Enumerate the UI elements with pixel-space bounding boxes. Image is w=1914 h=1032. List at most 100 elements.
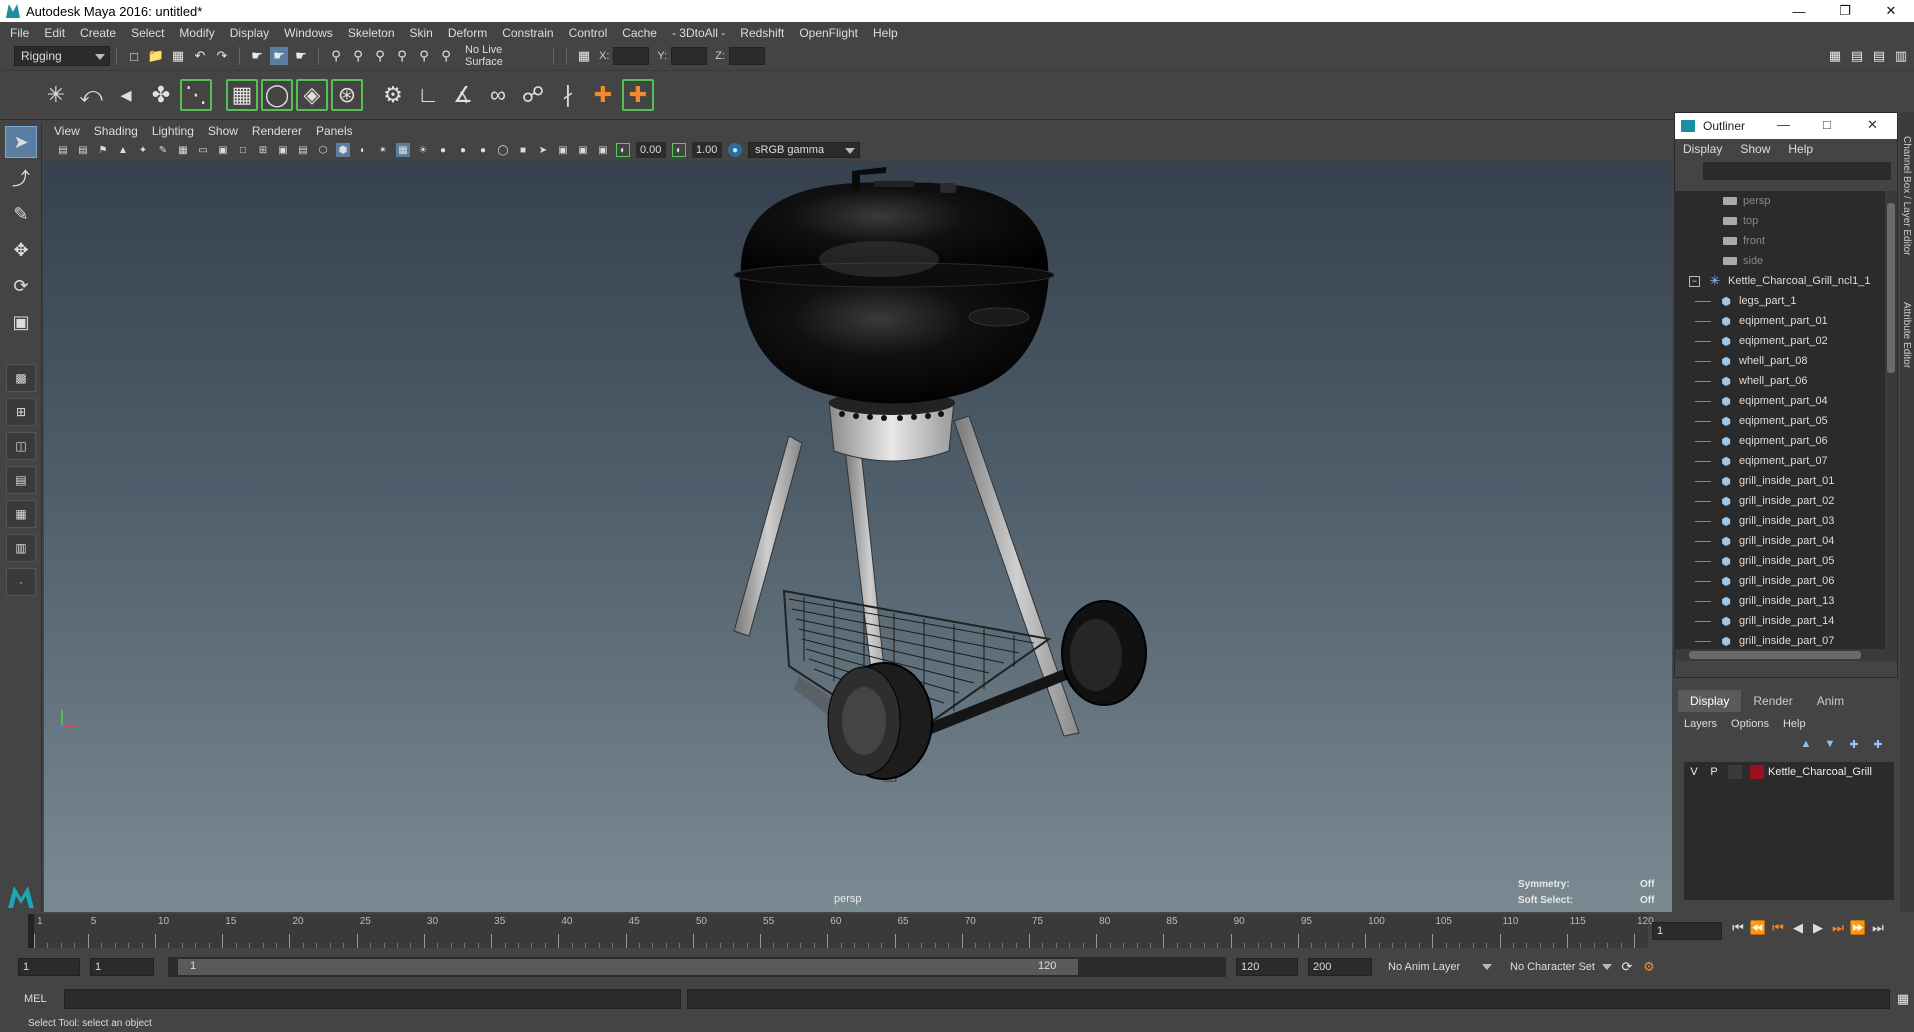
menu-help[interactable]: Help [873, 26, 898, 40]
animation-start-field[interactable]: 1 [18, 958, 80, 976]
smooth-shade-icon[interactable]: ⬢ [336, 143, 350, 157]
command-language-label[interactable]: MEL [24, 993, 64, 1005]
layer-tab-anim[interactable]: Anim [1805, 690, 1856, 712]
y-input[interactable] [671, 47, 708, 65]
orient-constraint-icon[interactable]: ∡ [447, 79, 479, 111]
undo-icon[interactable]: ↶ [191, 47, 209, 65]
select-object-icon[interactable]: ☛ [270, 47, 288, 65]
viewport-menu-view[interactable]: View [54, 124, 80, 138]
cluster-icon[interactable]: ◯ [261, 79, 293, 111]
redo-icon[interactable]: ↷ [213, 47, 231, 65]
select-hierarchy-icon[interactable]: ☛ [248, 47, 266, 65]
open-scene-icon[interactable]: 📁 [147, 47, 165, 65]
outliner-item-child[interactable]: ⬢ eqipment_part_04 [1675, 391, 1885, 411]
snap-view-icon[interactable]: ⚲ [393, 47, 411, 65]
menu-cache[interactable]: Cache [622, 26, 657, 40]
layer-name[interactable]: Kettle_Charcoal_Grill [1768, 766, 1872, 778]
textured-icon[interactable]: ▦ [396, 143, 410, 157]
outliner-minimize-button[interactable]: — [1777, 117, 1790, 132]
select-component-icon[interactable]: ☛ [292, 47, 310, 65]
current-frame-field[interactable]: 1 [1652, 922, 1722, 940]
new-layer-selected-icon[interactable]: ✚ [1870, 737, 1886, 751]
shadows-icon[interactable]: ● [436, 143, 450, 157]
outliner-item-top[interactable]: top [1675, 211, 1885, 231]
menu-windows[interactable]: Windows [284, 26, 333, 40]
channel-box-icon[interactable]: ▥ [1892, 47, 1910, 65]
layer-menu-options[interactable]: Options [1731, 718, 1769, 730]
menu-3dtoall[interactable]: - 3DtoAll - [672, 26, 725, 40]
layer-type-toggle[interactable] [1728, 765, 1742, 779]
play-backward-icon[interactable]: ◀ [1788, 920, 1808, 936]
outliner-item-front[interactable]: front [1675, 231, 1885, 251]
playback-end-field[interactable]: 120 [1236, 958, 1298, 976]
wireframe-on-shaded-icon[interactable]: ✴ [376, 143, 390, 157]
film-gate-icon[interactable]: ▭ [196, 143, 210, 157]
outliner-item-child[interactable]: ⬢ eqipment_part_05 [1675, 411, 1885, 431]
paint-select-icon[interactable]: ✎ [5, 198, 37, 230]
scale-tool-icon[interactable]: ▣ [5, 306, 37, 338]
safe-title-icon[interactable]: ▤ [296, 143, 310, 157]
hypershade-layout-icon[interactable]: ▥ [6, 534, 36, 562]
play-forward-icon[interactable]: ▶ [1808, 920, 1828, 936]
outliner-item-child[interactable]: ⬢ grill_inside_part_03 [1675, 511, 1885, 531]
ik-handle-icon[interactable]: ⤺ [75, 79, 107, 111]
scale-constraint-icon[interactable]: ∞ [482, 79, 514, 111]
restore-button[interactable]: ❐ [1822, 0, 1868, 22]
transform-input-icon[interactable]: ▦ [575, 47, 593, 65]
new-layer-icon[interactable]: ✚ [1846, 737, 1862, 751]
close-button[interactable]: ✕ [1868, 0, 1914, 22]
outliner-close-button[interactable]: ✕ [1867, 117, 1878, 133]
joint-tool-icon[interactable]: ✳ [40, 79, 72, 111]
parent-constraint-icon[interactable]: ☍ [517, 79, 549, 111]
menuset-dropdown[interactable]: Rigging [14, 46, 110, 66]
ik-spline-icon[interactable]: ◂ [110, 79, 142, 111]
side-tab-attribute-editor[interactable]: Attribute Editor [1901, 302, 1912, 368]
range-bar[interactable]: 1 120 [168, 957, 1226, 977]
screen-space-ao-icon[interactable]: ● [456, 143, 470, 157]
tool-settings-icon[interactable]: ▤ [1870, 47, 1888, 65]
menu-deform[interactable]: Deform [448, 26, 487, 40]
go-to-start-icon[interactable]: ⏮ [1728, 920, 1748, 936]
key-joint-icon[interactable]: ✚ [622, 79, 654, 111]
step-forward-key-icon[interactable]: ⏩ [1848, 920, 1868, 936]
snap-grid-icon[interactable]: ⚲ [327, 47, 345, 65]
outliner-item-child[interactable]: ⬢ grill_inside_part_05 [1675, 551, 1885, 571]
animation-preferences-icon[interactable]: ⚙ [1640, 958, 1658, 976]
make-live-icon[interactable]: ⚲ [437, 47, 455, 65]
menu-skin[interactable]: Skin [410, 26, 433, 40]
layer-row[interactable]: V P Kettle_Charcoal_Grill [1684, 762, 1894, 782]
character-set-dropdown[interactable]: No Character Set [1504, 957, 1616, 977]
menu-skeleton[interactable]: Skeleton [348, 26, 395, 40]
outliner-item-child[interactable]: ⬢ grill_inside_part_04 [1675, 531, 1885, 551]
outliner-horizontal-scrollbar[interactable] [1675, 649, 1897, 661]
side-tab-channel-box[interactable]: Channel Box / Layer Editor [1901, 136, 1912, 256]
wrap-icon[interactable]: ◈ [296, 79, 328, 111]
outliner-item-child[interactable]: ⬢ grill_inside_part_02 [1675, 491, 1885, 511]
outliner-item-child[interactable]: ⬢ grill_inside_part_01 [1675, 471, 1885, 491]
minimize-button[interactable]: — [1776, 0, 1822, 22]
rotate-tool-icon[interactable]: ⟳ [5, 270, 37, 302]
image-plane-icon[interactable]: ▲ [116, 143, 130, 157]
viewport-menu-lighting[interactable]: Lighting [152, 124, 194, 138]
exposure-field[interactable]: 0.00 [636, 142, 666, 158]
outliner-item-child[interactable]: ⬢ grill_inside_part_14 [1675, 611, 1885, 631]
four-pane-layout-icon[interactable]: ⊞ [6, 398, 36, 426]
outliner-item-side[interactable]: side [1675, 251, 1885, 271]
outliner-item-child[interactable]: ⬢ grill_inside_part_07 [1675, 631, 1885, 649]
time-slider-track[interactable]: 1 5 10 15 20 25 30 35 40 45 50 55 60 65 70 75 80 85 90 95 10… [28, 914, 1654, 948]
layer-visibility-toggle[interactable]: V [1684, 766, 1704, 778]
gate-mask-icon[interactable]: □ [236, 143, 250, 157]
use-all-lights-icon[interactable]: ☀ [416, 143, 430, 157]
motion-blur-icon[interactable]: ● [476, 143, 490, 157]
outliner-vertical-scrollbar[interactable] [1885, 191, 1897, 649]
bind-skin-icon[interactable]: ⋱ [180, 79, 212, 111]
outliner-filter-input[interactable] [1703, 162, 1891, 180]
move-layer-up-icon[interactable]: ▲ [1798, 737, 1814, 751]
use-default-material-icon[interactable]: ◐ [356, 143, 370, 157]
viewport-menu-renderer[interactable]: Renderer [252, 124, 302, 138]
2d-pan-zoom-icon[interactable]: ✦ [136, 143, 150, 157]
move-layer-down-icon[interactable]: ▼ [1822, 737, 1838, 751]
save-scene-icon[interactable]: ▦ [169, 47, 187, 65]
go-to-end-icon[interactable]: ⏭ [1868, 920, 1888, 936]
auto-key-icon[interactable]: ⟳ [1618, 958, 1636, 976]
